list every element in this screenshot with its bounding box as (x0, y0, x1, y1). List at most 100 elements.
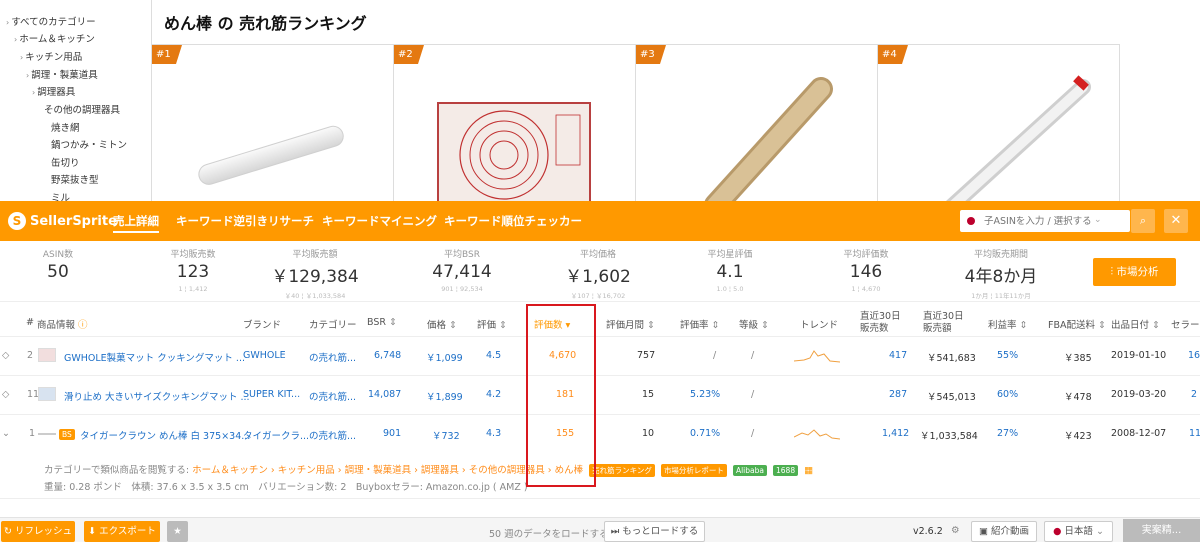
category-breadcrumb-link[interactable]: ホーム＆キッチン › キッチン用品 › 調理・製菓道具 › 調理器具 › その他… (192, 465, 583, 476)
rating-value[interactable]: 4.5 (486, 350, 501, 361)
product-thumbnail[interactable] (38, 387, 56, 401)
margin-value[interactable]: 27% (997, 428, 1018, 439)
col-header-grade[interactable]: 等級 ⇕ (739, 317, 769, 331)
action-button[interactable]: 実案精... (1123, 519, 1200, 542)
price-value[interactable]: ￥1,099 (426, 350, 463, 364)
category-grill[interactable]: 焼き網 (51, 120, 80, 134)
col-header-monthly-reviews[interactable]: 評価月間 ⇕ (606, 317, 655, 331)
bsr-value[interactable]: 14,087 (368, 389, 401, 400)
category-link[interactable]: の売れ筋... (309, 428, 356, 442)
refresh-button[interactable]: ↻ リフレッシュ (1, 521, 75, 542)
sales-30d-value[interactable]: 287 (889, 389, 907, 400)
col-header-rating[interactable]: 評価 ⇕ (477, 317, 507, 331)
trend-sparkline[interactable] (794, 348, 840, 364)
brand-link[interactable]: タイガークラ... (243, 428, 309, 442)
tab-keyword-mining[interactable]: キーワードマイニング (322, 213, 437, 229)
collapse-icon[interactable]: ⌄ (2, 428, 10, 439)
stat-avg-sale-period: 平均販売期間 4年8か月 1か月 ¦ 11年11か月 (964, 250, 1038, 300)
seller-value[interactable]: 16 (1188, 350, 1200, 361)
col-header-review-rate[interactable]: 評価率 ⇕ (680, 317, 720, 331)
skip-icon: ⏭ (610, 526, 623, 537)
category-other[interactable]: その他の調理器具 (44, 102, 120, 116)
category-link[interactable]: の売れ筋... (309, 389, 356, 403)
product-card-3[interactable]: #3 (635, 44, 878, 204)
price-value[interactable]: ￥732 (432, 428, 460, 442)
price-value[interactable]: ￥1,899 (426, 389, 463, 403)
help-icon[interactable]: ⓘ (78, 320, 88, 331)
category-cooking-tools[interactable]: › 調理・製菓道具 (26, 67, 98, 81)
table-row[interactable]: ◇ 2 GWHOLE製菓マット クッキングマット ... GWHOLE の売れ筋… (0, 337, 1200, 375)
category-cutter[interactable]: 野菜抜き型 (51, 172, 99, 186)
product-thumbnail[interactable] (38, 348, 56, 362)
bestseller-ranking-tag[interactable]: 売れ筋ランキング (589, 464, 655, 477)
row-index: 2 (27, 350, 34, 361)
margin-value[interactable]: 55% (997, 350, 1018, 361)
col-header-bsr[interactable]: BSR ⇕ (367, 317, 397, 328)
date-value: 2019-03-20 (1111, 389, 1167, 400)
product-card-1[interactable]: #1 (151, 44, 394, 204)
product-thumbnail[interactable] (38, 433, 56, 435)
rating-value[interactable]: 4.3 (486, 428, 501, 439)
col-header-price[interactable]: 価格 ⇕ (427, 317, 457, 331)
seller-value[interactable]: 2 (1191, 389, 1197, 400)
brand-link[interactable]: GWHOLE (243, 350, 286, 361)
sellersprite-toolbar: S SellerSprite 売上詳細 キーワード逆引きリサーチ キーワードマイニ… (0, 201, 1200, 241)
sales-30d-value[interactable]: 1,412 (882, 428, 909, 439)
asin-search-box[interactable]: ⌄ (960, 210, 1130, 232)
trend-sparkline[interactable] (794, 426, 840, 442)
tab-keyword-rank[interactable]: キーワード順位チェッカー (444, 213, 582, 229)
market-analysis-button[interactable]: ⫶ 市場分析 (1093, 258, 1176, 286)
brand-link[interactable]: SUPER KIT... (243, 389, 300, 400)
col-header-30d-revenue[interactable]: 直近30日 販売額 (923, 311, 964, 335)
col-header-margin[interactable]: 利益率 ⇕ (988, 317, 1028, 331)
category-kitchen[interactable]: › キッチン用品 (20, 49, 82, 63)
row-index: 1 (29, 428, 36, 439)
margin-value[interactable]: 60% (997, 389, 1018, 400)
bsr-value[interactable]: 901 (383, 428, 401, 439)
tag-1688[interactable]: 1688 (773, 465, 799, 476)
load-more-button[interactable]: ⏭ もっとロードする (604, 521, 705, 542)
load-weeks-text: 50 週のデータをロードする (489, 529, 609, 540)
category-can-opener[interactable]: 缶切り (51, 155, 80, 169)
market-report-tag[interactable]: 市場分析レポート (660, 464, 727, 477)
chevron-down-icon[interactable]: ⌄ (1094, 215, 1102, 225)
category-all[interactable]: › すべてのカテゴリー (6, 14, 96, 28)
col-header-date[interactable]: 出品日付 ⇕ (1111, 317, 1160, 331)
export-button[interactable]: ⬇ エクスポート (84, 521, 160, 542)
tab-reverse-keyword[interactable]: キーワード逆引きリサーチ (176, 213, 314, 229)
search-icon: ⌕ (1139, 214, 1147, 227)
language-select[interactable]: ● 日本語 ⌄ (1044, 521, 1113, 542)
category-link[interactable]: の売れ筋... (309, 350, 356, 364)
expand-icon[interactable]: ◇ (2, 350, 9, 361)
tab-sales-detail[interactable]: 売上詳細 (113, 213, 159, 233)
product-card-2[interactable]: #2 (393, 44, 636, 204)
page-root: › すべてのカテゴリー › ホーム＆キッチン › キッチン用品 › 調理・製菓道具 › 調… (0, 0, 1200, 542)
category-mitten[interactable]: 鍋つかみ・ミトン (51, 137, 127, 151)
calculator-icon[interactable]: ▦ (804, 465, 813, 476)
product-title-link[interactable]: タイガークラウン めん棒 白 375×34... (80, 428, 250, 442)
product-title-link[interactable]: 滑り止め 大きいサイズクッキングマット ... (64, 389, 250, 403)
product-title-link[interactable]: GWHOLE製菓マット クッキングマット ... (64, 350, 245, 364)
intro-video-button[interactable]: ▣ 紹介動画 (971, 521, 1037, 542)
table-row[interactable]: ⌄ 1 BS タイガークラウン めん棒 白 375×34... タイガークラ..… (0, 415, 1200, 453)
sales-30d-value[interactable]: 417 (889, 350, 907, 361)
col-header-seller[interactable]: セラー (1171, 317, 1200, 331)
bsr-value[interactable]: 6,748 (374, 350, 401, 361)
category-home-kitchen[interactable]: › ホーム＆キッチン (14, 31, 95, 45)
product-card-4[interactable]: #4 (877, 44, 1120, 204)
monthly-reviews-value: 10 (642, 428, 655, 439)
col-header-30d-sales[interactable]: 直近30日 販売数 (860, 311, 901, 335)
seller-value[interactable]: 11 (1189, 428, 1200, 439)
asin-search-input[interactable] (984, 213, 1092, 229)
alibaba-tag[interactable]: Alibaba (732, 465, 767, 476)
category-cookware[interactable]: › 調理器具 (32, 84, 75, 98)
expand-icon[interactable]: ◇ (2, 389, 9, 400)
favorite-button[interactable]: ★ (167, 521, 188, 542)
table-row[interactable]: ◇ 11 滑り止め 大きいサイズクッキングマット ... SUPER KIT..… (0, 376, 1200, 414)
settings-icon[interactable]: ⚙ (951, 525, 960, 536)
search-button[interactable]: ⌕ (1131, 209, 1155, 233)
close-button[interactable]: ✕ (1164, 209, 1188, 233)
col-header-fba[interactable]: FBA配送料 ⇕ (1048, 317, 1106, 331)
rating-value[interactable]: 4.2 (486, 389, 501, 400)
col-header-category: カテゴリー (309, 320, 357, 331)
